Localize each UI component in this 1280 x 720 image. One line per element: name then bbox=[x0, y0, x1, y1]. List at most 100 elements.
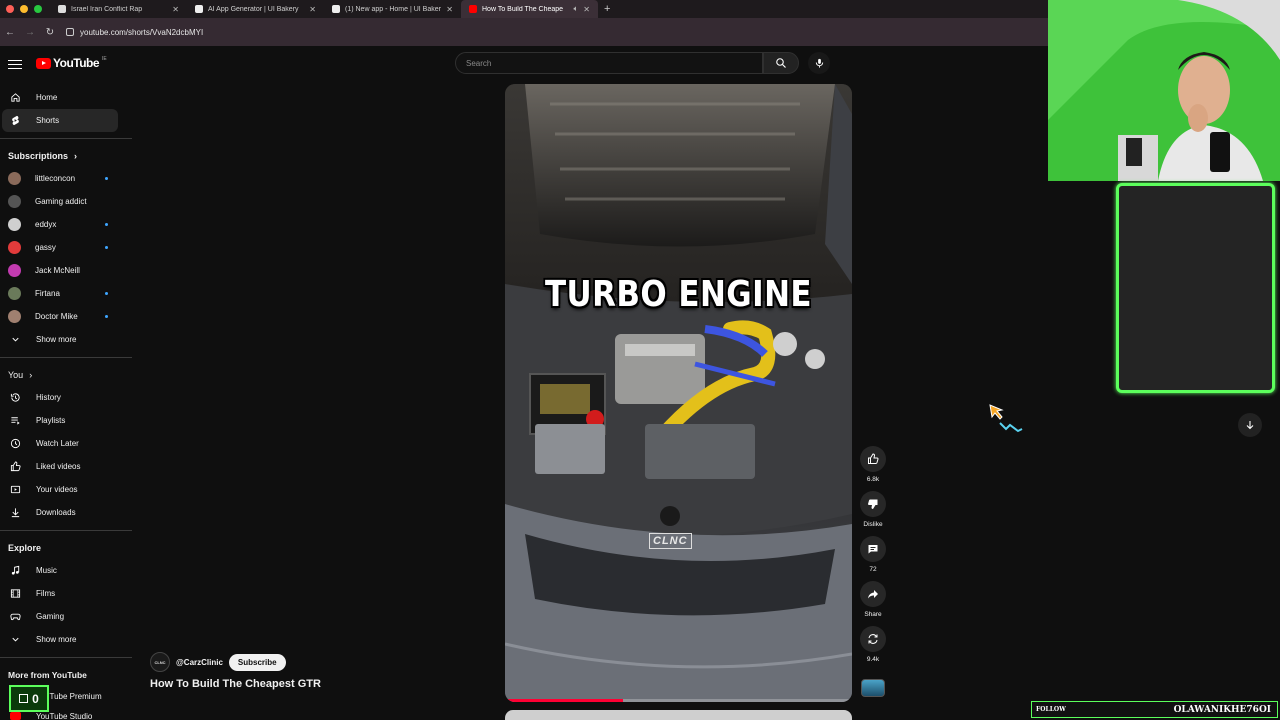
close-window-button[interactable] bbox=[6, 5, 14, 13]
dislike-label: Dislike bbox=[863, 521, 883, 528]
search-input[interactable] bbox=[466, 58, 762, 68]
sidebar: Home Shorts Subscriptions › littleconcon… bbox=[0, 86, 132, 720]
mic-icon bbox=[815, 58, 823, 68]
music-icon bbox=[11, 565, 20, 575]
sidebar-item-history[interactable]: History bbox=[0, 386, 118, 409]
browser-tab[interactable]: AI App Generator | UI Bakery ✕ bbox=[187, 0, 324, 18]
menu-icon[interactable] bbox=[8, 57, 22, 72]
subscription-label: littleconcon bbox=[35, 174, 76, 183]
site-info-icon[interactable] bbox=[66, 28, 74, 36]
channel-watermark: CLNC bbox=[649, 533, 692, 549]
sidebar-item-label: Watch Later bbox=[36, 439, 79, 448]
share-action[interactable]: Share bbox=[860, 581, 886, 618]
country-code: IE bbox=[102, 56, 107, 62]
remix-count: 9.4k bbox=[866, 656, 880, 663]
tab-title: (1) New app - Home | UI Bakery bbox=[345, 5, 442, 13]
sidebar-item-playlists[interactable]: Playlists bbox=[0, 409, 118, 432]
sidebar-item-downloads[interactable]: Downloads bbox=[0, 501, 118, 524]
close-tab-icon[interactable]: ✕ bbox=[172, 5, 179, 14]
sidebar-item-label: Music bbox=[36, 566, 57, 575]
like-button[interactable] bbox=[860, 446, 886, 472]
sidebar-item-shorts[interactable]: Shorts bbox=[2, 109, 118, 132]
channel-avatar bbox=[8, 172, 21, 185]
subscription-label: Firtana bbox=[35, 289, 60, 298]
subscription-item[interactable]: littleconcon bbox=[0, 167, 132, 190]
tab-title: AI App Generator | UI Bakery bbox=[208, 5, 299, 13]
video-progress-bar[interactable] bbox=[505, 699, 852, 702]
sidebar-item-home[interactable]: Home bbox=[0, 86, 118, 109]
subscription-item[interactable]: Firtana bbox=[0, 282, 132, 305]
video-caption-overlay: TURBO ENGINE bbox=[544, 274, 813, 315]
search-icon bbox=[776, 58, 786, 68]
like-action[interactable]: 6.8k bbox=[860, 446, 886, 483]
dislike-action[interactable]: Dislike bbox=[860, 491, 886, 528]
remix-button[interactable] bbox=[860, 626, 886, 652]
share-button[interactable] bbox=[860, 581, 886, 607]
url-field[interactable]: youtube.com/shorts/VvaN2dcbMYI bbox=[66, 28, 203, 37]
more-from-youtube-heading: More from YouTube bbox=[0, 664, 132, 686]
counter-value: 0 bbox=[32, 691, 39, 706]
chevron-down-icon bbox=[12, 637, 19, 642]
tab-title: Israel Iran Conflict Rap bbox=[71, 5, 143, 13]
logo-wordmark: YouTube bbox=[53, 56, 100, 70]
maximize-window-button[interactable] bbox=[34, 5, 42, 13]
comments-action[interactable]: 72 bbox=[860, 536, 886, 573]
subscription-item[interactable]: Jack McNeill bbox=[0, 259, 132, 282]
show-more-subscriptions[interactable]: Show more bbox=[0, 328, 118, 351]
mouse-cursor bbox=[988, 403, 1024, 440]
sidebar-item-films[interactable]: Films bbox=[0, 582, 118, 605]
next-short-preview[interactable] bbox=[505, 710, 852, 720]
back-arrow-icon[interactable]: ← bbox=[0, 27, 20, 38]
browser-tab-active[interactable]: How To Build The Cheape 🔈︎ ✕ bbox=[461, 0, 598, 18]
channel-handle[interactable]: @CarzClinic bbox=[176, 658, 223, 667]
speaker-icon[interactable]: 🔈︎ bbox=[573, 4, 578, 14]
subscription-label: Doctor Mike bbox=[35, 312, 78, 321]
subscribe-button[interactable]: Subscribe bbox=[228, 653, 286, 671]
close-tab-icon[interactable]: ✕ bbox=[583, 5, 590, 14]
voice-search-button[interactable] bbox=[808, 52, 830, 74]
search-button[interactable] bbox=[763, 52, 799, 74]
forward-arrow-icon[interactable]: → bbox=[20, 27, 40, 38]
sidebar-item-your-videos[interactable]: Your videos bbox=[0, 478, 118, 501]
url-text: youtube.com/shorts/VvaN2dcbMYI bbox=[80, 27, 204, 37]
sidebar-item-label: Home bbox=[36, 93, 58, 102]
minimize-window-button[interactable] bbox=[20, 5, 28, 13]
subscription-item[interactable]: Gaming addict bbox=[0, 190, 132, 213]
close-tab-icon[interactable]: ✕ bbox=[446, 5, 453, 14]
tab-title: How To Build The Cheape bbox=[482, 5, 564, 13]
reload-icon[interactable]: ↻ bbox=[40, 27, 60, 38]
history-icon bbox=[10, 393, 20, 402]
next-short-button[interactable] bbox=[1238, 413, 1262, 437]
youtube-studio-icon bbox=[10, 712, 21, 720]
subscription-item[interactable]: Doctor Mike bbox=[0, 305, 132, 328]
subscription-label: eddyx bbox=[35, 220, 57, 229]
sound-thumbnail[interactable] bbox=[861, 679, 885, 697]
sidebar-item-gaming[interactable]: Gaming bbox=[0, 605, 118, 628]
sidebar-item-music[interactable]: Music bbox=[0, 559, 118, 582]
chevron-down-icon bbox=[12, 337, 19, 342]
shorts-video-player[interactable]: TURBO ENGINE CLNC bbox=[505, 84, 852, 702]
follow-banner: FOLLOW OLAWANIKHE76OI bbox=[1031, 701, 1278, 718]
remix-action[interactable]: 9.4k bbox=[860, 626, 886, 663]
show-more-label: Show more bbox=[36, 335, 77, 344]
browser-tab[interactable]: (1) New app - Home | UI Bakery ✕ bbox=[324, 0, 461, 18]
subscriptions-heading[interactable]: Subscriptions › bbox=[0, 145, 132, 167]
channel-avatar bbox=[8, 218, 21, 231]
ui-bakery-icon bbox=[332, 5, 340, 13]
comments-button[interactable] bbox=[860, 536, 886, 562]
close-tab-icon[interactable]: ✕ bbox=[309, 5, 316, 14]
show-more-explore[interactable]: Show more bbox=[0, 628, 118, 651]
sidebar-item-watch-later[interactable]: Watch Later bbox=[0, 432, 118, 455]
new-tab-button[interactable]: + bbox=[598, 3, 616, 15]
channel-avatar[interactable]: CLNC bbox=[150, 652, 170, 672]
cursor-icon bbox=[989, 404, 1023, 433]
video-title[interactable]: How To Build The Cheapest GTR bbox=[150, 678, 321, 690]
youtube-logo[interactable]: YouTube IE bbox=[36, 56, 107, 70]
sidebar-item-label: Shorts bbox=[36, 116, 60, 125]
browser-tab[interactable]: Israel Iran Conflict Rap ✕ bbox=[50, 0, 187, 18]
dislike-button[interactable] bbox=[860, 491, 886, 517]
subscription-item[interactable]: eddyx bbox=[0, 213, 132, 236]
subscription-item[interactable]: gassy bbox=[0, 236, 132, 259]
sidebar-item-liked-videos[interactable]: Liked videos bbox=[0, 455, 118, 478]
you-heading[interactable]: You › bbox=[0, 364, 132, 386]
